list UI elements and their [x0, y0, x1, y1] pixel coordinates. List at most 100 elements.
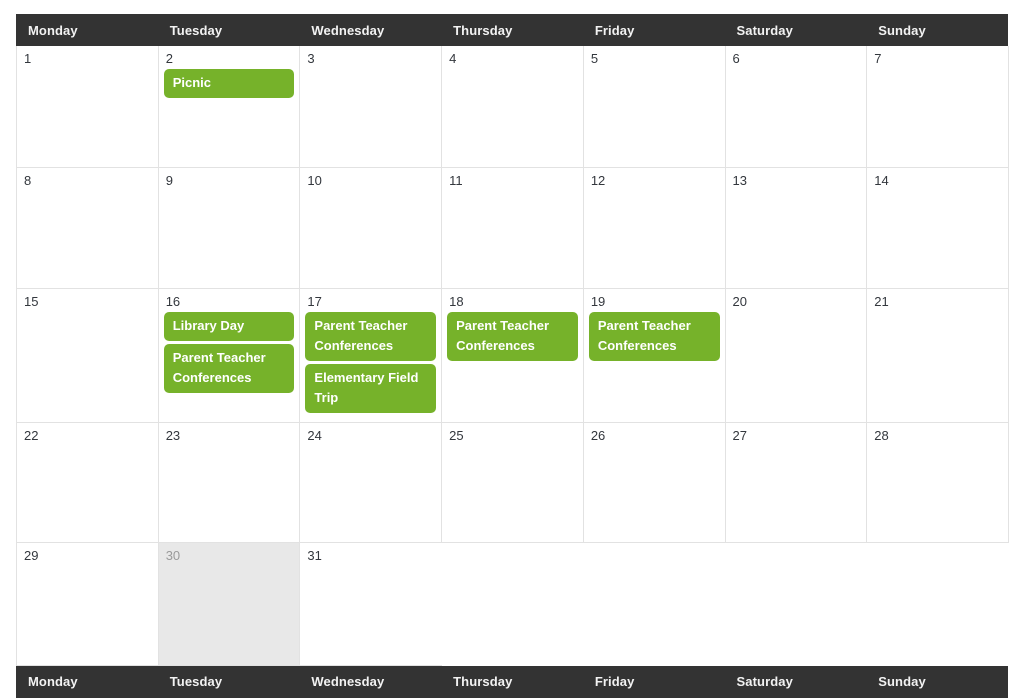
- header-day-friday: Friday: [594, 22, 635, 38]
- footer-day-wednesday: Wednesday: [311, 674, 385, 689]
- day-number: 5: [590, 51, 599, 66]
- day-number: 8: [24, 172, 32, 188]
- calendar-event[interactable]: Parent Teacher Conferences: [163, 343, 295, 393]
- day-number: 25: [449, 427, 464, 443]
- calendar-day-cell[interactable]: 25: [441, 422, 584, 543]
- header-day-wednesday: Wednesday: [311, 22, 385, 38]
- calendar-week-row: 15 16 Library Day Parent Teacher Conference…: [16, 288, 1009, 423]
- calendar-blank-cell: [725, 542, 867, 665]
- calendar-header-daybar: Monday Tuesday Wednesday Thursday Friday Satu…: [16, 14, 1008, 46]
- calendar-blank-cell: [867, 542, 1009, 665]
- calendar-day-cell[interactable]: 4: [441, 46, 584, 168]
- calendar-day-cell[interactable]: 31: [299, 542, 442, 666]
- day-number: 4: [449, 51, 457, 66]
- day-number: 11: [449, 172, 463, 188]
- calendar-day-cell[interactable]: 14: [866, 167, 1009, 289]
- calendar-day-cell[interactable]: 13: [724, 167, 867, 289]
- day-number: 21: [874, 293, 889, 309]
- day-number: 3: [307, 51, 315, 66]
- day-event-list: Library Day Parent Teacher Conferences: [163, 311, 295, 393]
- day-number: 29: [24, 547, 39, 563]
- day-number: 7: [874, 51, 882, 66]
- calendar-day-cell[interactable]: 24: [299, 422, 442, 543]
- footer-day-friday: Friday: [594, 674, 635, 689]
- day-number: 10: [307, 172, 322, 188]
- calendar-day-cell[interactable]: 20: [724, 288, 867, 423]
- calendar-day-cell[interactable]: 12: [582, 167, 726, 289]
- header-day-sunday: Sunday: [878, 22, 926, 38]
- calendar-week-grid: 1 2 Picnic 3 4 5 6 7 8 9 10 11 12 13 14 15 16 Library Day…: [16, 46, 1009, 666]
- calendar-day-cell[interactable]: 23: [157, 422, 300, 543]
- day-number: 23: [165, 427, 181, 443]
- day-number: 9: [165, 172, 173, 188]
- calendar-day-cell[interactable]: 7: [866, 46, 1009, 168]
- day-number: 13: [732, 172, 747, 188]
- calendar-event[interactable]: Parent Teacher Conferences: [447, 311, 578, 361]
- calendar-day-cell[interactable]: 28: [866, 422, 1009, 543]
- day-event-list: Parent Teacher Conferences: [588, 311, 720, 361]
- day-number: 22: [24, 427, 39, 443]
- day-number: 2: [165, 51, 173, 66]
- calendar-day-cell[interactable]: 16 Library Day Parent Teacher Conferences: [157, 288, 300, 423]
- calendar-day-cell[interactable]: 29: [16, 542, 159, 666]
- footer-day-monday: Monday: [28, 674, 78, 689]
- calendar-day-cell[interactable]: 2 Picnic: [157, 46, 300, 168]
- calendar-day-cell[interactable]: 9: [157, 167, 300, 289]
- calendar-event[interactable]: Parent Teacher Conferences: [588, 311, 720, 361]
- calendar-day-cell[interactable]: 15: [16, 288, 159, 423]
- day-number: 12: [590, 172, 606, 188]
- day-number: 24: [307, 427, 322, 443]
- header-day-tuesday: Tuesday: [169, 22, 223, 38]
- calendar-day-cell[interactable]: 1: [16, 46, 159, 168]
- calendar-event[interactable]: Parent Teacher Conferences: [305, 311, 437, 361]
- calendar-day-cell[interactable]: 6: [724, 46, 867, 168]
- header-day-monday: Monday: [28, 22, 78, 38]
- calendar-day-cell[interactable]: 18 Parent Teacher Conferences: [441, 288, 584, 423]
- calendar-day-cell[interactable]: 17 Parent Teacher Conferences Elementary F…: [299, 288, 442, 423]
- footer-day-sunday: Sunday: [878, 674, 926, 689]
- calendar-event[interactable]: Library Day: [163, 311, 295, 341]
- calendar-day-cell[interactable]: 30: [157, 542, 300, 666]
- day-number: 19: [590, 293, 606, 309]
- day-number: 26: [590, 427, 606, 443]
- calendar-week-row: 22 23 24 25 26 27 28: [16, 422, 1009, 543]
- calendar-day-cell[interactable]: 19 Parent Teacher Conferences: [582, 288, 726, 423]
- day-number: 27: [732, 427, 747, 443]
- calendar-day-cell[interactable]: 5: [582, 46, 726, 168]
- calendar-week-row: 29 30 31: [16, 542, 1009, 666]
- footer-day-saturday: Saturday: [736, 674, 793, 689]
- header-day-thursday: Thursday: [453, 22, 513, 38]
- calendar-day-cell[interactable]: 27: [724, 422, 867, 543]
- footer-day-tuesday: Tuesday: [169, 674, 223, 689]
- day-number: 14: [874, 172, 889, 188]
- calendar-week-row: 8 9 10 11 12 13 14: [16, 167, 1009, 289]
- day-number: 17: [307, 293, 322, 309]
- day-number: 18: [449, 293, 464, 309]
- calendar-day-cell[interactable]: 22: [16, 422, 159, 543]
- day-number: 30: [165, 547, 181, 563]
- calendar-day-cell[interactable]: 8: [16, 167, 159, 289]
- month-calendar: Monday Tuesday Wednesday Thursday Friday Satu…: [16, 14, 1009, 698]
- header-day-saturday: Saturday: [736, 22, 793, 38]
- calendar-day-cell[interactable]: 11: [441, 167, 584, 289]
- calendar-event[interactable]: Elementary Field Trip: [305, 363, 437, 413]
- calendar-week-row: 1 2 Picnic 3 4 5 6 7: [16, 46, 1009, 168]
- calendar-blank-cell: [442, 542, 584, 665]
- day-number: 16: [165, 293, 181, 309]
- day-number: 15: [24, 293, 39, 309]
- day-number: 20: [732, 293, 747, 309]
- calendar-day-cell[interactable]: 3: [299, 46, 442, 168]
- day-number: 31: [307, 547, 322, 563]
- footer-day-thursday: Thursday: [453, 674, 513, 689]
- calendar-day-cell[interactable]: 26: [582, 422, 726, 543]
- calendar-day-cell[interactable]: 21: [866, 288, 1009, 423]
- day-event-list: Parent Teacher Conferences: [447, 311, 578, 361]
- day-number: 6: [732, 51, 740, 66]
- day-number: 28: [874, 427, 889, 443]
- calendar-event[interactable]: Picnic: [163, 69, 295, 98]
- day-event-list: Parent Teacher Conferences Elementary Fie…: [305, 311, 437, 413]
- calendar-blank-cell: [583, 542, 725, 665]
- day-event-list: Picnic: [163, 69, 295, 98]
- calendar-day-cell[interactable]: 10: [299, 167, 442, 289]
- calendar-footer-daybar: Monday Tuesday Wednesday Thursday Friday Satu…: [16, 665, 1008, 698]
